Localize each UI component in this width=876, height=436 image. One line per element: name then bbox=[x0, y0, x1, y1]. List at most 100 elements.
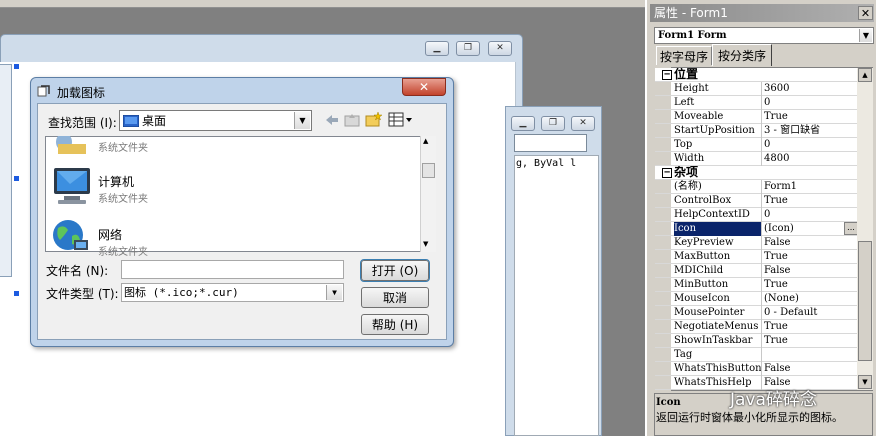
selection-handle-top[interactable] bbox=[14, 64, 19, 69]
collapse-icon[interactable]: − bbox=[662, 70, 672, 80]
property-name: Height bbox=[674, 82, 762, 96]
property-value[interactable]: 0 bbox=[764, 138, 857, 151]
property-row[interactable]: Left 0 bbox=[655, 96, 857, 110]
code-close-button[interactable]: ✕ bbox=[571, 116, 595, 131]
property-row[interactable]: MaxButton True bbox=[655, 250, 857, 264]
property-row[interactable]: MinButton True bbox=[655, 278, 857, 292]
property-row[interactable]: ControlBox True bbox=[655, 194, 857, 208]
property-row[interactable]: MouseIcon (None) bbox=[655, 292, 857, 306]
filename-input[interactable] bbox=[121, 260, 344, 279]
scroll-thumb[interactable] bbox=[422, 163, 435, 178]
property-value[interactable]: True bbox=[764, 334, 857, 347]
property-category[interactable]: − 位置 bbox=[655, 68, 857, 82]
property-row[interactable]: HelpContextID 0 bbox=[655, 208, 857, 222]
property-row[interactable]: Moveable True bbox=[655, 110, 857, 124]
property-row[interactable]: (名称) Form1 bbox=[655, 180, 857, 194]
minimize-button[interactable]: ▁ bbox=[425, 41, 449, 56]
property-value[interactable]: 0 bbox=[764, 96, 857, 109]
property-value[interactable]: 0 bbox=[764, 208, 857, 221]
property-name: Icon bbox=[674, 222, 762, 236]
code-minimize-button[interactable]: ▁ bbox=[511, 116, 535, 131]
new-folder-icon[interactable] bbox=[365, 111, 383, 127]
list-item[interactable] bbox=[50, 133, 90, 159]
app-icon bbox=[37, 85, 50, 97]
desktop-icon bbox=[123, 114, 139, 127]
property-value[interactable]: 0 - Default bbox=[764, 306, 857, 319]
chevron-down-icon[interactable]: ▼ bbox=[294, 112, 310, 129]
minimize-icon: ▁ bbox=[519, 118, 527, 128]
close-icon: ✕ bbox=[418, 80, 430, 94]
code-editor[interactable] bbox=[514, 155, 599, 436]
chevron-down-icon[interactable]: ▼ bbox=[326, 285, 342, 300]
object-combo[interactable]: Form1 Form ▼ bbox=[654, 27, 874, 44]
back-icon[interactable] bbox=[324, 113, 340, 127]
property-row[interactable]: ShowInTaskbar True bbox=[655, 334, 857, 348]
tab-alphabetic[interactable]: 按字母序 bbox=[656, 46, 712, 65]
property-row[interactable]: MDIChild False bbox=[655, 264, 857, 278]
code-restore-button[interactable]: ❐ bbox=[541, 116, 565, 131]
property-row[interactable]: KeyPreview False bbox=[655, 236, 857, 250]
selection-handle-middle[interactable] bbox=[14, 176, 19, 181]
property-value[interactable]: (None) bbox=[764, 292, 857, 305]
ellipsis-button[interactable]: ... bbox=[844, 222, 857, 235]
property-row[interactable]: NegotiateMenus True bbox=[655, 320, 857, 334]
filename-label: 文件名 (N): bbox=[46, 264, 109, 278]
close-button[interactable]: ✕ bbox=[488, 41, 512, 56]
scroll-up-icon[interactable]: ▲ bbox=[858, 68, 872, 82]
property-value[interactable]: False bbox=[764, 362, 857, 375]
selection-handle-bottom[interactable] bbox=[14, 291, 19, 296]
property-value[interactable]: True bbox=[764, 110, 857, 123]
properties-title: 属性 - Form1 bbox=[650, 4, 874, 22]
dialog-close-button[interactable]: ✕ bbox=[402, 78, 446, 96]
property-row[interactable]: Height 3600 bbox=[655, 82, 857, 96]
properties-close-button[interactable]: ✕ bbox=[858, 6, 873, 20]
property-row[interactable]: StartUpPosition 3 - 窗口缺省 bbox=[655, 124, 857, 138]
file-list-scrollbar[interactable]: ▲ ▼ bbox=[420, 136, 436, 252]
property-row[interactable]: Icon (Icon)... bbox=[655, 222, 857, 236]
property-value[interactable]: False bbox=[764, 264, 857, 277]
dialog-title: 加载图标 bbox=[57, 86, 106, 100]
property-value[interactable]: 3600 bbox=[764, 82, 857, 95]
top-toolbar-strip bbox=[0, 0, 645, 8]
property-value[interactable]: True bbox=[764, 250, 857, 263]
list-item-name: 网络 bbox=[98, 228, 123, 242]
property-value[interactable]: True bbox=[764, 194, 857, 207]
scroll-thumb[interactable] bbox=[858, 241, 872, 361]
help-button[interactable]: 帮助 (H) bbox=[361, 314, 429, 335]
property-row[interactable]: WhatsThisButton False bbox=[655, 362, 857, 376]
chevron-down-icon[interactable]: ▼ bbox=[859, 29, 872, 42]
property-row[interactable]: Width 4800 bbox=[655, 152, 857, 166]
filetype-combo[interactable]: 图标 (*.ico;*.cur) ▼ bbox=[121, 283, 344, 302]
lookin-value: 桌面 bbox=[142, 114, 167, 128]
property-row[interactable]: Tag bbox=[655, 348, 857, 362]
property-rows[interactable]: − 位置 Height 3600 Left 0 Moveable True StartUpPos… bbox=[655, 68, 857, 390]
list-item-network[interactable] bbox=[50, 218, 90, 257]
property-name: StartUpPosition bbox=[674, 124, 762, 138]
restore-button[interactable]: ❐ bbox=[456, 41, 480, 56]
lookin-combo[interactable]: 桌面 ▼ bbox=[119, 110, 312, 131]
cancel-button[interactable]: 取消 bbox=[361, 287, 429, 308]
collapse-icon[interactable]: − bbox=[662, 168, 672, 178]
property-value[interactable]: Form1 bbox=[764, 180, 857, 193]
scroll-down-icon[interactable]: ▼ bbox=[858, 375, 872, 389]
property-value[interactable]: 3 - 窗口缺省 bbox=[764, 124, 857, 137]
up-folder-icon[interactable] bbox=[344, 112, 360, 127]
property-value[interactable]: True bbox=[764, 278, 857, 291]
view-menu-icon[interactable] bbox=[388, 112, 414, 127]
property-name: MDIChild bbox=[674, 264, 762, 278]
property-row[interactable]: Top 0 bbox=[655, 138, 857, 152]
property-value[interactable]: True bbox=[764, 320, 857, 333]
scroll-up-icon[interactable]: ▲ bbox=[423, 137, 428, 145]
property-row[interactable]: MousePointer 0 - Default bbox=[655, 306, 857, 320]
property-value[interactable]: False bbox=[764, 236, 857, 249]
scroll-down-icon[interactable]: ▼ bbox=[423, 240, 428, 248]
code-procedure-combo[interactable] bbox=[514, 134, 587, 152]
property-grid-scrollbar[interactable]: ▲ ▼ bbox=[857, 68, 873, 390]
open-button[interactable]: 打开 (O) bbox=[360, 259, 430, 282]
list-item-computer[interactable] bbox=[50, 166, 94, 209]
tab-categorized[interactable]: 按分类序 bbox=[712, 44, 772, 66]
list-item-type: 系统文件夹 bbox=[98, 247, 148, 258]
property-value[interactable]: 4800 bbox=[764, 152, 857, 165]
property-category[interactable]: − 杂项 bbox=[655, 166, 857, 180]
form-canvas-edge[interactable] bbox=[0, 64, 12, 277]
